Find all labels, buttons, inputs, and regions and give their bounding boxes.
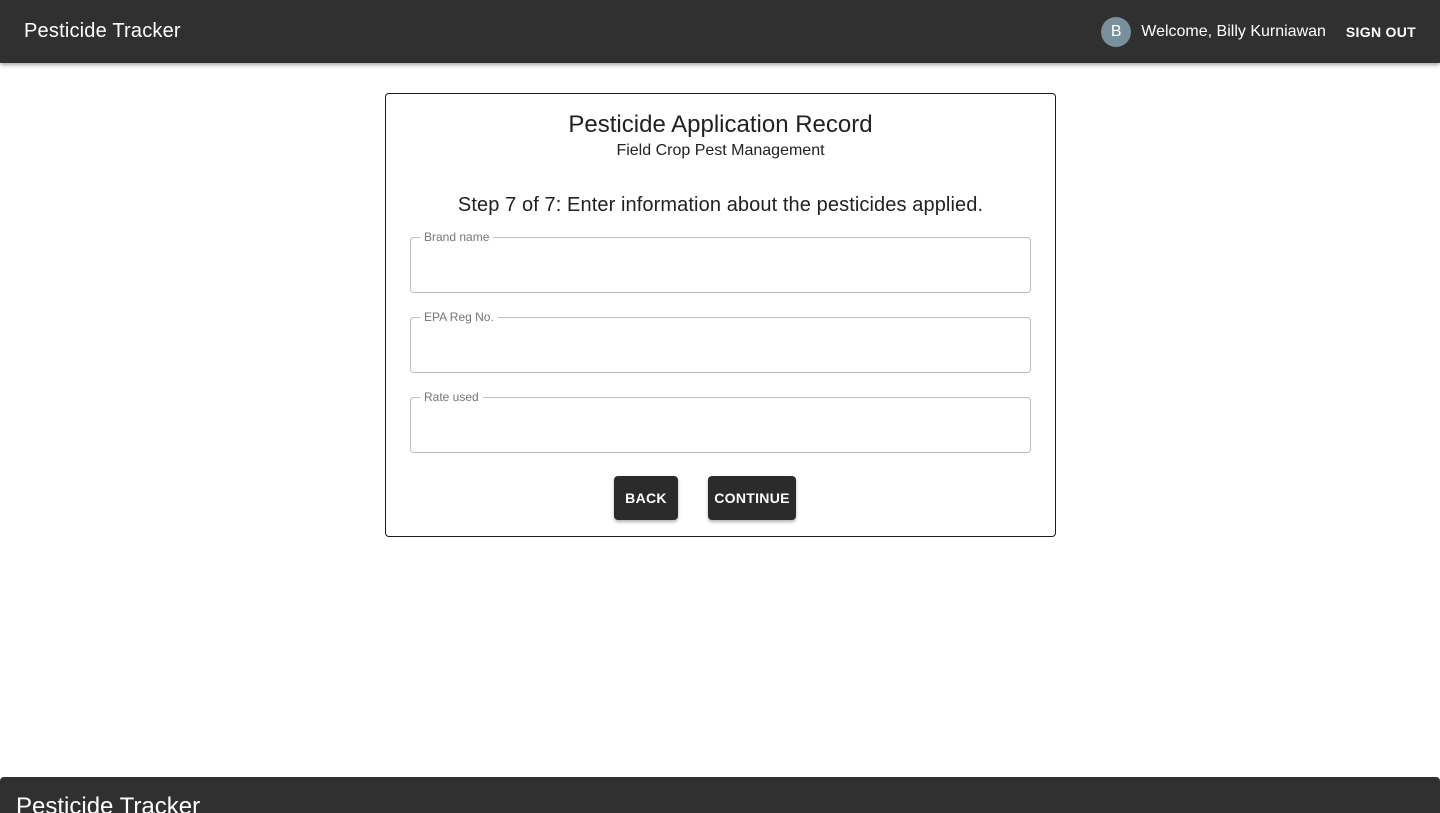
step-instruction: Step 7 of 7: Enter information about the… (457, 194, 984, 216)
brand-name-field[interactable]: Brand name (410, 230, 1031, 293)
brand-name-label: Brand name (420, 230, 494, 244)
welcome-text: Welcome, Billy Kurniawan (1141, 22, 1326, 40)
brand-name-input[interactable] (411, 238, 1030, 292)
app-title[interactable]: Pesticide Tracker (24, 20, 181, 43)
rate-used-input[interactable] (411, 398, 1030, 452)
footer-title: Pesticide Tracker (16, 793, 201, 813)
epa-reg-no-field[interactable]: EPA Reg No. (410, 310, 1031, 373)
epa-reg-no-input[interactable] (411, 318, 1030, 372)
epa-reg-no-label: EPA Reg No. (420, 310, 498, 324)
rate-used-label: Rate used (420, 390, 483, 404)
rate-used-field[interactable]: Rate used (410, 390, 1031, 453)
form-title: Pesticide Application Record (568, 111, 873, 138)
form-subtitle: Field Crop Pest Management (616, 142, 825, 159)
application-record-card: Pesticide Application Record Field Crop … (385, 93, 1056, 537)
sign-out-button[interactable]: SIGN OUT (1346, 18, 1416, 46)
back-button[interactable]: BACK (614, 476, 678, 520)
app-bar: Pesticide Tracker B Welcome, Billy Kurni… (0, 0, 1440, 63)
avatar[interactable]: B (1101, 16, 1132, 47)
footer: Pesticide Tracker (0, 777, 1440, 813)
continue-button[interactable]: CONTINUE (708, 476, 796, 520)
user-area: B Welcome, Billy Kurniawan SIGN OUT (1101, 16, 1416, 47)
